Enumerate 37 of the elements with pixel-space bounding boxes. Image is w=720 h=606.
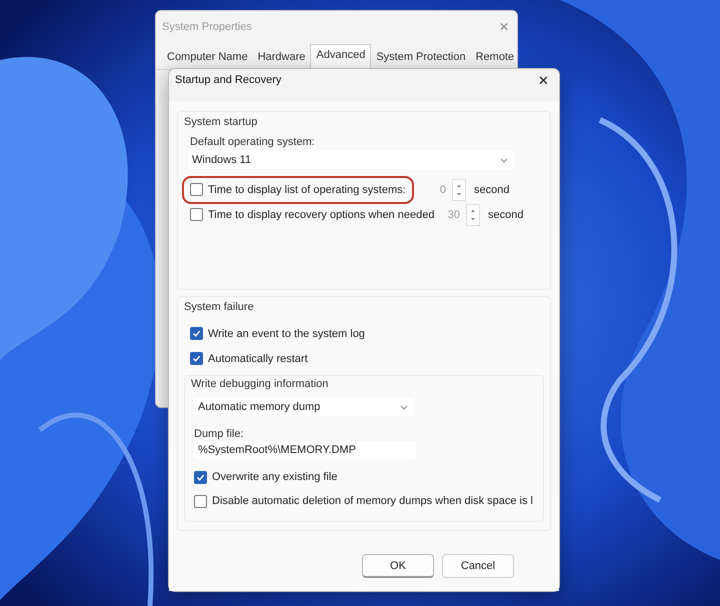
tab[interactable]: Advanced [310,44,372,69]
checkbox-label: Automatically restart [208,352,308,364]
unit-label: second [488,208,524,220]
unit-label: second [474,184,510,196]
dialog-button[interactable]: Cancel [442,554,514,578]
checkmark-icon [196,472,205,482]
checkbox[interactable] [190,208,203,221]
dump-type-dropdown[interactable]: Automatic memory dump [194,398,414,416]
checkbox-label: Time to display list of operating systems: [208,184,406,196]
group-heading: System failure [184,301,255,313]
checkbox-label: Disable automatic deletion of memory dumps when disk space is l [212,495,533,507]
tab[interactable]: Hardware [252,47,310,69]
checkbox[interactable] [190,183,203,196]
checkbox[interactable] [190,327,203,340]
group-heading: Write debugging information [191,378,330,390]
checkmark-icon [192,354,201,363]
close-button[interactable]: ✕ [538,72,549,88]
tab[interactable]: System Protection [371,47,471,69]
checkbox[interactable] [194,494,207,508]
tab[interactable]: Remote [470,47,520,69]
dialog-button[interactable]: OK [362,554,434,578]
checkbox-label: Time to display recovery options when needed [208,208,434,220]
dialog-title: Startup and Recovery [175,74,282,86]
window-title: System Properties [162,21,252,33]
field-label: Default operating system: [190,136,316,148]
checkbox-label: Overwrite any existing file [212,471,338,483]
spinner-arrows-icon[interactable] [452,178,466,200]
group-heading: System startup [184,116,258,128]
tab[interactable]: Computer Name [162,47,253,69]
field-label: Dump file: [194,428,245,440]
dump-file-field[interactable]: %SystemRoot%\MEMORY.DMP [194,441,416,459]
os-dropdown[interactable]: Windows 11 [188,151,514,169]
checkbox[interactable] [194,470,207,484]
checkbox[interactable] [190,352,203,365]
checkbox-label: Write an event to the system log [208,328,365,340]
spinner-arrows-icon[interactable] [466,204,480,226]
checkmark-icon [192,329,201,338]
